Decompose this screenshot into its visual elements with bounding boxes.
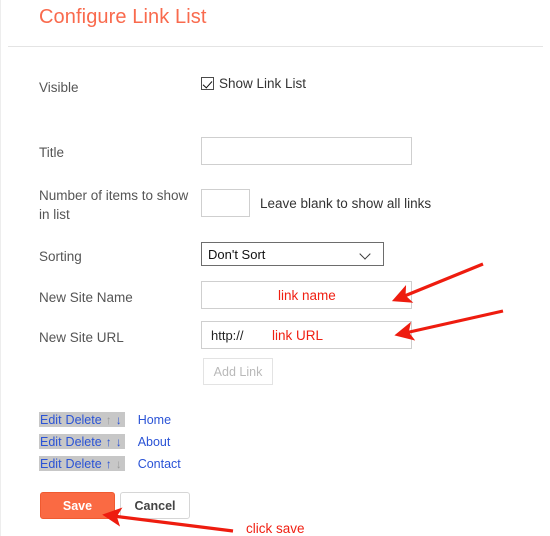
chevron-down-icon xyxy=(360,249,371,260)
annotation-link-url: link URL xyxy=(272,328,324,343)
show-link-list-label: Show Link List xyxy=(219,76,307,91)
list-item[interactable]: Edit Delete ↑ ↓ About xyxy=(39,433,181,450)
arrow-to-link-url xyxy=(394,309,504,341)
label-new-site-name: New Site Name xyxy=(39,290,133,305)
move-down-icon[interactable]: ↓ xyxy=(116,414,122,426)
label-new-site-url: New Site URL xyxy=(39,330,124,345)
annotation-click-save: click save xyxy=(246,521,305,536)
label-title: Title xyxy=(39,145,65,160)
link-name[interactable]: About xyxy=(138,435,171,449)
row-actions: Edit Delete ↑ ↓ xyxy=(39,434,125,449)
link-list: Edit Delete ↑ ↓ Home Edit Delete ↑ ↓ Abo… xyxy=(39,411,181,477)
cancel-button[interactable]: Cancel xyxy=(120,492,190,519)
configure-link-list-dialog: Configure Link List Visible Show Link Li… xyxy=(0,0,550,536)
page-title: Configure Link List xyxy=(39,6,207,28)
label-visible: Visible xyxy=(39,80,79,95)
show-link-list-checkbox-row[interactable]: Show Link List xyxy=(201,76,306,91)
arrow-to-link-name xyxy=(391,262,484,303)
link-name[interactable]: Home xyxy=(138,413,171,427)
label-sorting: Sorting xyxy=(39,249,82,264)
sorting-selected-value: Don't Sort xyxy=(208,246,266,262)
move-down-icon[interactable]: ↓ xyxy=(116,436,122,448)
dialog-header: Configure Link List xyxy=(1,0,550,47)
list-item[interactable]: Edit Delete ↑ ↓ Contact xyxy=(39,455,181,472)
delete-link[interactable]: Delete xyxy=(66,457,102,471)
header-divider xyxy=(8,46,543,47)
edit-link[interactable]: Edit xyxy=(40,413,62,427)
add-link-button[interactable]: Add Link xyxy=(203,358,273,385)
save-button[interactable]: Save xyxy=(40,492,115,519)
list-item[interactable]: Edit Delete ↑ ↓ Home xyxy=(39,411,181,428)
link-name[interactable]: Contact xyxy=(138,457,181,471)
move-up-icon[interactable]: ↑ xyxy=(106,414,112,426)
move-down-icon[interactable]: ↓ xyxy=(116,458,122,470)
annotation-link-name: link name xyxy=(278,288,336,303)
move-up-icon[interactable]: ↑ xyxy=(106,436,112,448)
delete-link[interactable]: Delete xyxy=(66,435,102,449)
title-input[interactable] xyxy=(201,137,412,165)
row-actions: Edit Delete ↑ ↓ xyxy=(39,456,125,471)
edit-link[interactable]: Edit xyxy=(40,435,62,449)
sorting-select[interactable]: Don't Sort xyxy=(201,242,384,266)
item-count-hint: Leave blank to show all links xyxy=(260,196,432,211)
delete-link[interactable]: Delete xyxy=(66,413,102,427)
edit-link[interactable]: Edit xyxy=(40,457,62,471)
row-actions: Edit Delete ↑ ↓ xyxy=(39,412,125,427)
move-up-icon[interactable]: ↑ xyxy=(106,458,112,470)
label-item-count: Number of items to show in list xyxy=(39,188,189,222)
show-link-list-checkbox[interactable] xyxy=(201,77,214,90)
url-prefix-label: http:// xyxy=(211,327,244,343)
item-count-input[interactable] xyxy=(201,189,250,217)
